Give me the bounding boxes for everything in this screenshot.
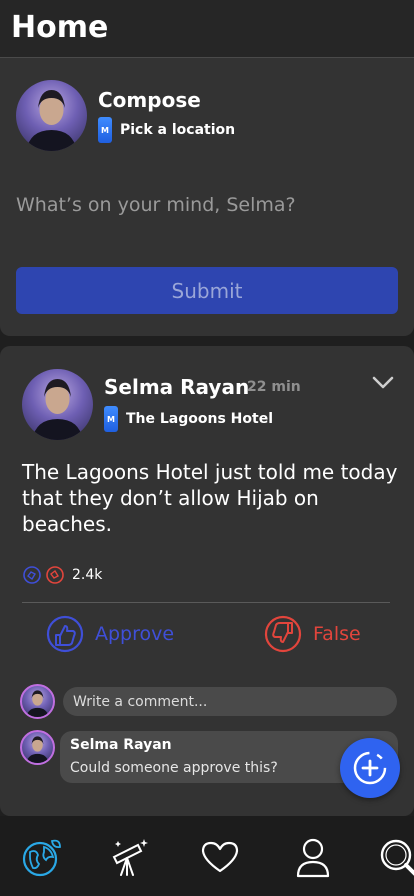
globe-icon [22,839,61,877]
comment-text: Could someone approve this? [70,760,278,776]
location-pin-icon: M [104,406,118,432]
nav-profile[interactable] [290,834,336,880]
search-icon [380,839,414,876]
comment-author[interactable]: Selma Rayan [70,737,172,753]
compose-title: Compose [98,88,201,112]
nav-explore[interactable] [107,834,153,880]
post-author[interactable]: Selma Rayan [104,375,249,399]
post-body: The Lagoons Hotel just told me today tha… [22,460,398,536]
add-post-button[interactable] [340,738,400,798]
nav-favorites[interactable] [197,834,243,880]
add-icon [353,751,387,785]
avatar-image [26,90,77,151]
location-pin-icon: M [98,117,112,143]
false-label: False [313,623,361,645]
app-header: Home [0,0,414,58]
pick-location-button[interactable]: M Pick a location [98,117,235,143]
heart-icon [201,841,239,873]
page-title: Home [11,10,109,45]
thumbs-down-icon [264,615,302,653]
comment-input[interactable] [63,687,397,716]
avatar-image [32,379,83,440]
approve-reaction-icon [23,566,41,584]
telescope-icon [112,839,148,876]
post-location[interactable]: M The Lagoons Hotel [104,406,273,432]
compose-card: Compose M Pick a location Submit [0,58,414,336]
false-button[interactable]: False [263,613,361,655]
bottom-nav [0,816,414,896]
divider [22,602,390,603]
nav-home[interactable] [19,834,65,880]
thumbs-up-icon [46,615,84,653]
approve-label: Approve [95,623,175,645]
approve-button[interactable]: Approve [45,613,174,655]
comment-avatar [20,684,55,719]
chevron-down-icon[interactable] [372,376,394,390]
compose-input[interactable] [16,194,396,216]
nav-search[interactable] [375,834,414,880]
comment-avatar [20,730,55,765]
avatar [16,80,87,151]
post-timestamp: 22 min [247,379,301,395]
location-label: Pick a location [120,122,236,138]
reaction-count: 2.4k [72,567,103,583]
reaction-summary[interactable]: 2.4k [22,565,102,585]
submit-button[interactable]: Submit [16,267,398,314]
avatar-image [26,690,49,717]
avatar-image [26,736,49,763]
avatar [22,369,93,440]
post-location-label: The Lagoons Hotel [126,411,274,427]
false-reaction-icon [46,566,64,584]
profile-icon [296,838,330,878]
